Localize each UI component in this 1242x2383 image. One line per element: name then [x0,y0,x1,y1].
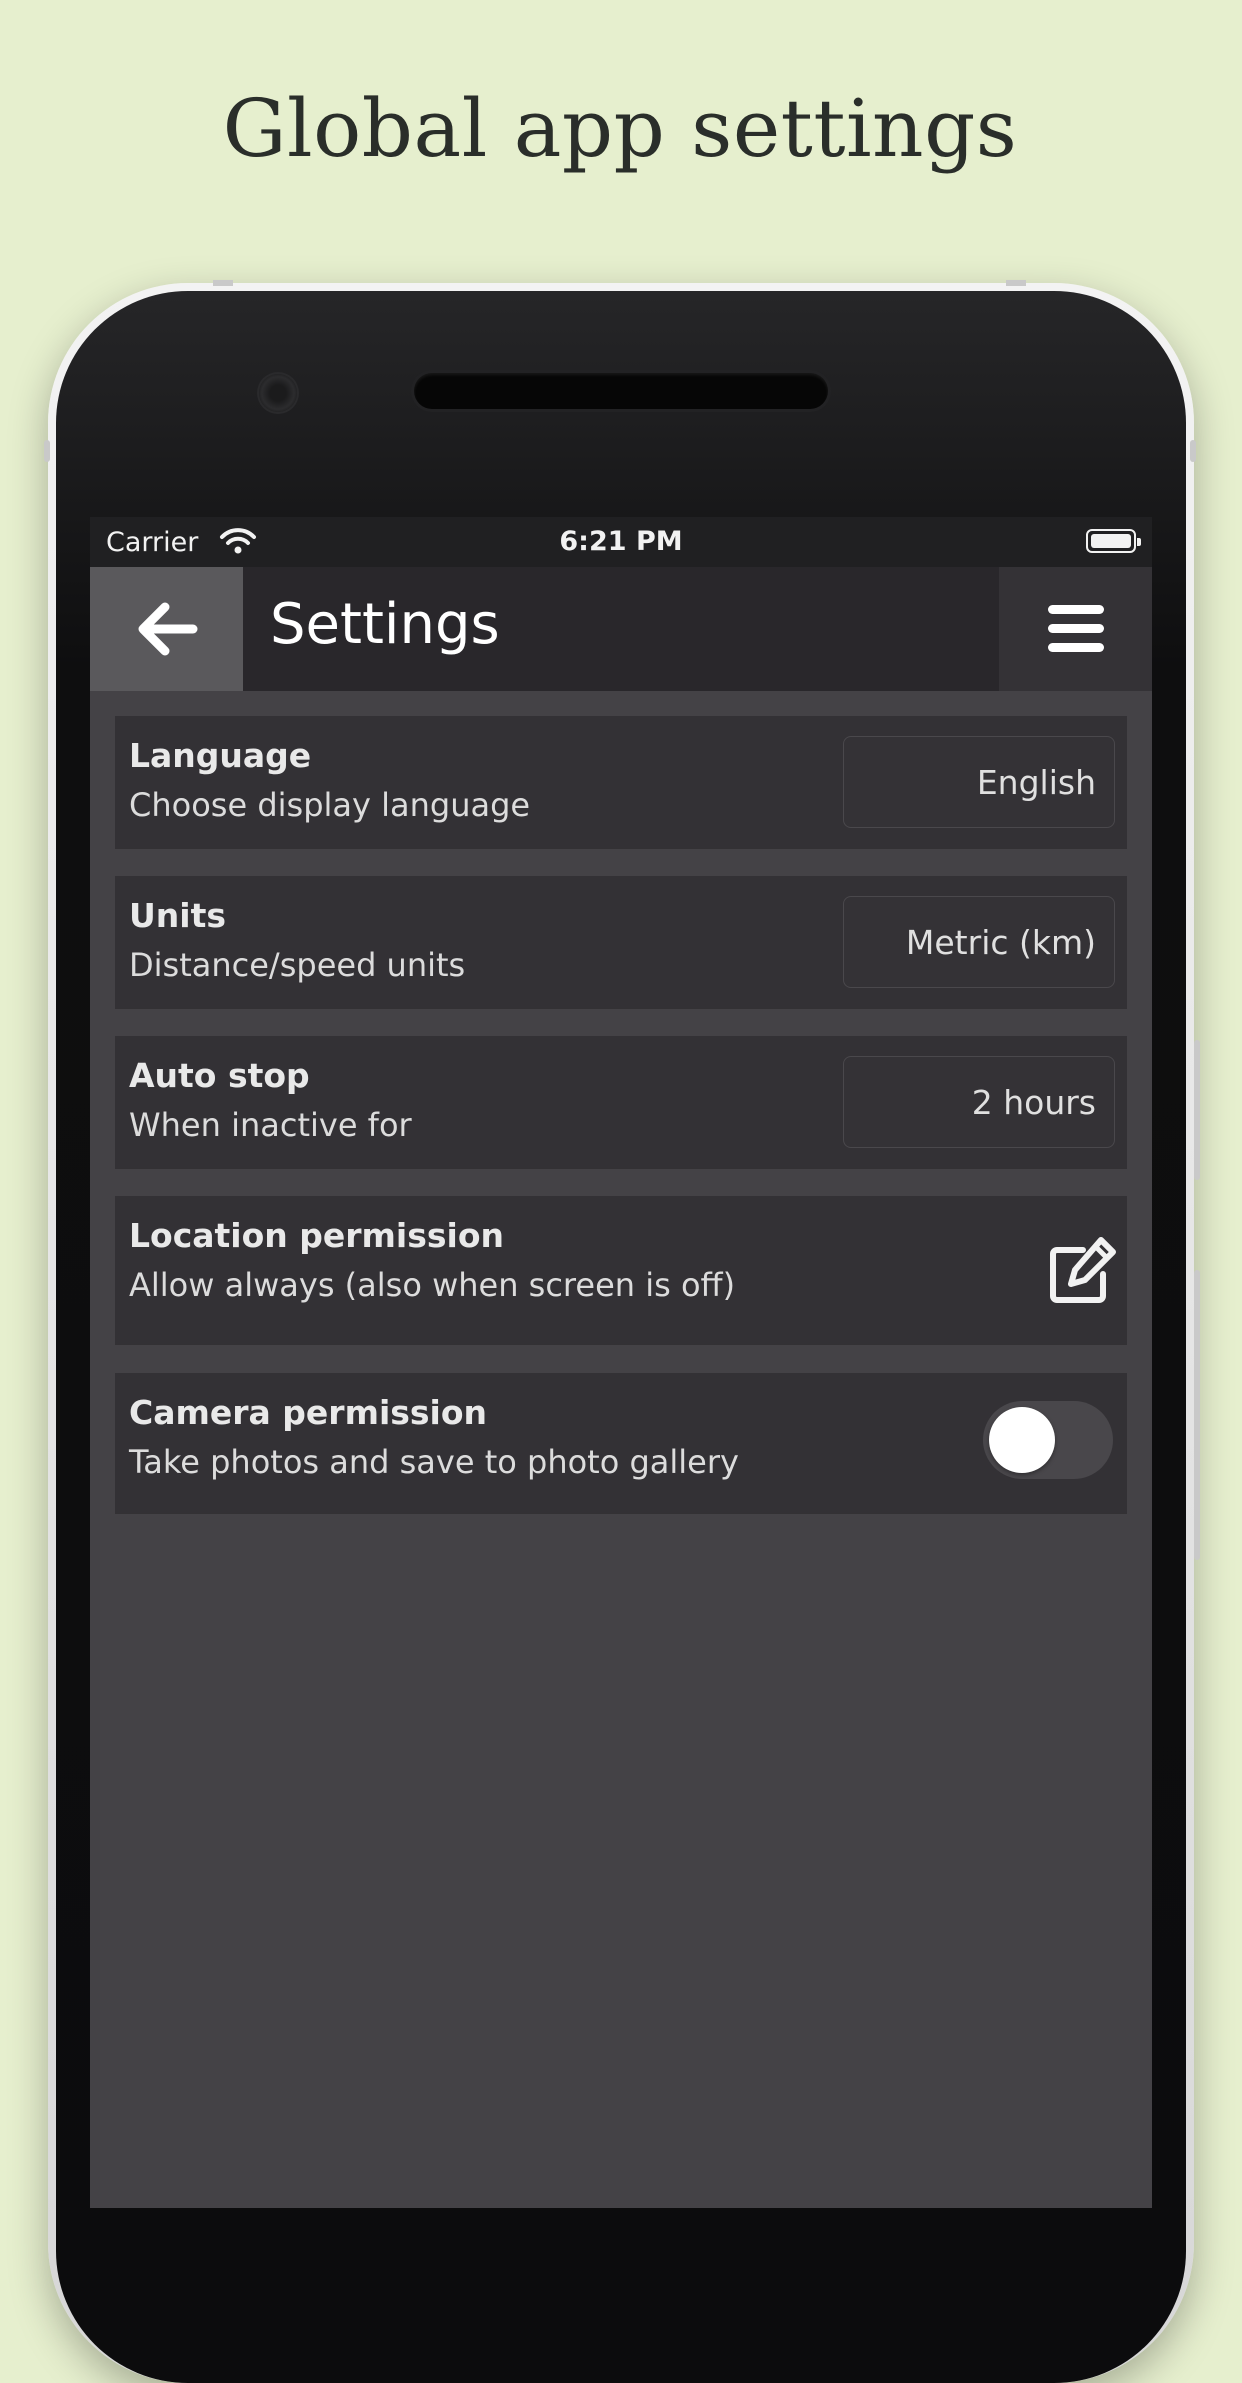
setting-title: Language [129,736,312,775]
volume-button [1194,1040,1200,1180]
phone-button [1006,280,1026,286]
setting-title: Auto stop [129,1056,310,1095]
battery-icon [1086,529,1141,553]
setting-row-language: Language Choose display language English [115,716,1127,848]
page-title: Settings [270,592,500,657]
front-camera [259,374,297,412]
setting-subtitle: Take photos and save to photo gallery [129,1443,739,1481]
phone-button [44,440,50,462]
earpiece-speaker [414,373,828,409]
back-button[interactable] [90,567,243,691]
setting-title: Units [129,896,227,935]
setting-subtitle: When inactive for [129,1106,412,1144]
app-screen: Carrier 6:21 PM Settings Language Choose… [90,517,1152,2208]
hamburger-menu-icon [1047,605,1104,652]
menu-button[interactable] [999,567,1152,691]
language-select[interactable]: English [843,736,1115,828]
clock: 6:21 PM [559,526,683,557]
phone-button [213,280,233,286]
setting-subtitle: Distance/speed units [129,946,466,984]
phone-button [1190,440,1196,462]
setting-row-camera-permission: Camera permission Take photos and save t… [115,1373,1127,1513]
app-bar: Settings [90,567,1152,691]
promo-headline: Global app settings [222,82,1018,175]
auto-stop-select[interactable]: 2 hours [843,1056,1115,1148]
power-button [1194,1270,1200,1560]
setting-row-location-permission: Location permission Allow always (also w… [115,1196,1127,1344]
units-select[interactable]: Metric (km) [843,896,1115,988]
setting-title: Location permission [129,1216,505,1255]
edit-icon[interactable] [1047,1234,1119,1306]
setting-row-units: Units Distance/speed units Metric (km) [115,876,1127,1008]
camera-permission-toggle[interactable] [983,1401,1113,1479]
status-bar: Carrier 6:21 PM [90,517,1152,567]
setting-subtitle: Choose display language [129,786,531,824]
setting-title: Camera permission [129,1393,488,1432]
setting-row-auto-stop: Auto stop When inactive for 2 hours [115,1036,1127,1168]
arrow-left-icon [138,602,197,656]
setting-subtitle: Allow always (also when screen is off) [129,1266,736,1304]
